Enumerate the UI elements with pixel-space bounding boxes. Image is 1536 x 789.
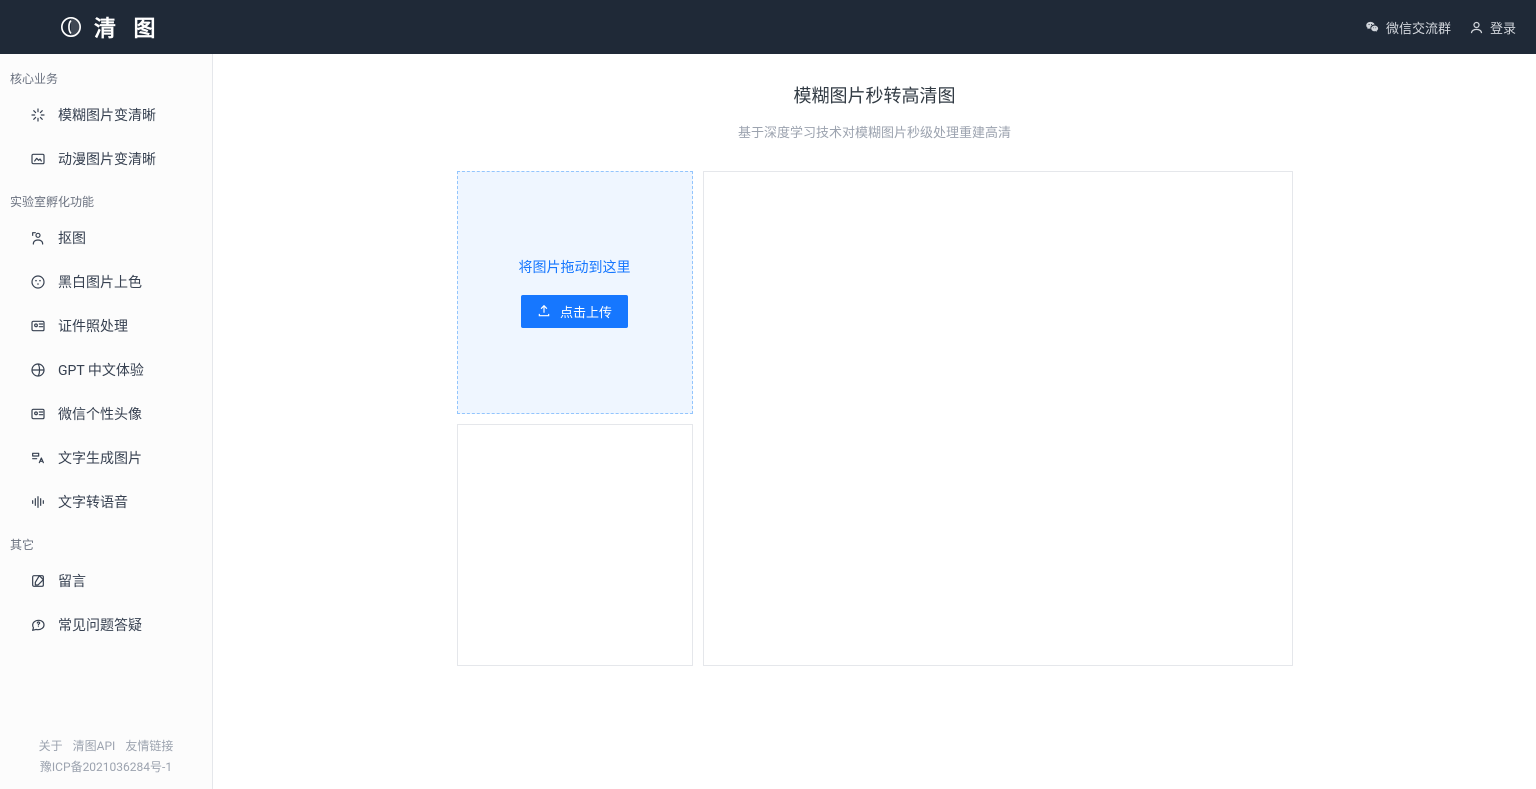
upload-icon (537, 304, 552, 319)
faq-icon (30, 617, 46, 633)
icp-link[interactable]: 豫ICP备2021036284号-1 (10, 757, 202, 777)
sidebar-item[interactable]: 常见问题答疑 (0, 603, 212, 647)
tts-icon (30, 494, 46, 510)
wechat-group-label: 微信交流群 (1386, 18, 1451, 37)
left-column: 将图片拖动到这里 点击上传 (457, 171, 693, 666)
app-shell: 核心业务模糊图片变清晰动漫图片变清晰实验室孵化功能抠图黑白图片上色证件照处理 GP… (0, 54, 1536, 789)
brand[interactable]: 清 图 (60, 11, 161, 43)
sidebar-item[interactable]: 动漫图片变清晰 (0, 137, 212, 181)
cutout-icon (30, 230, 46, 246)
dropzone-text: 将图片拖动到这里 (519, 257, 631, 277)
sidebar-item-label: 常见问题答疑 (58, 615, 142, 635)
upload-button[interactable]: 点击上传 (521, 295, 628, 328)
sidebar-nav-scroll[interactable]: 核心业务模糊图片变清晰动漫图片变清晰实验室孵化功能抠图黑白图片上色证件照处理 GP… (0, 54, 212, 722)
sidebar-group-label: 其它 (0, 524, 212, 559)
sidebar-item-label: 微信个性头像 (58, 404, 142, 424)
result-panel (703, 171, 1293, 666)
sidebar-item[interactable]: 黑白图片上色 (0, 260, 212, 304)
upload-button-label: 点击上传 (560, 302, 612, 321)
sidebar-group-label: 实验室孵化功能 (0, 181, 212, 216)
upload-dropzone[interactable]: 将图片拖动到这里 点击上传 (457, 171, 693, 414)
wechat-icon (1365, 20, 1380, 35)
page-subtitle: 基于深度学习技术对模糊图片秒级处理重建高清 (213, 122, 1536, 141)
sidebar-item-label: 留言 (58, 571, 86, 591)
sidebar-item[interactable]: 微信个性头像 (0, 392, 212, 436)
brand-name: 清 图 (94, 11, 161, 43)
page-title: 模糊图片秒转高清图 (213, 82, 1536, 108)
sidebar-item[interactable]: 模糊图片变清晰 (0, 93, 212, 137)
work-area: 将图片拖动到这里 点击上传 (213, 151, 1536, 696)
page-head: 模糊图片秒转高清图 基于深度学习技术对模糊图片秒级处理重建高清 (213, 54, 1536, 151)
header-actions: 微信交流群 登录 (1365, 18, 1516, 37)
anime-icon (30, 151, 46, 167)
login-label: 登录 (1490, 18, 1516, 37)
footer-link[interactable]: 友情链接 (125, 736, 173, 756)
sidebar-item[interactable]: 抠图 (0, 216, 212, 260)
sidebar-item[interactable]: 留言 (0, 559, 212, 603)
sidebar-item-label: 黑白图片上色 (58, 272, 142, 292)
text2img-icon (30, 450, 46, 466)
idphoto-icon (30, 318, 46, 334)
sidebar-item-label: GPT 中文体验 (58, 360, 144, 380)
sidebar-item-label: 文字转语音 (58, 492, 128, 512)
wechat-group-link[interactable]: 微信交流群 (1365, 18, 1451, 37)
sidebar-item[interactable]: 文字生成图片 (0, 436, 212, 480)
feedback-icon (30, 573, 46, 589)
sidebar-item[interactable]: 证件照处理 (0, 304, 212, 348)
sidebar-item-label: 证件照处理 (58, 316, 128, 336)
app-header: 清 图 微信交流群 登录 (0, 0, 1536, 54)
main-content: 模糊图片秒转高清图 基于深度学习技术对模糊图片秒级处理重建高清 将图片拖动到这里… (213, 54, 1536, 789)
footer-link[interactable]: 关于 (39, 736, 63, 756)
footer-link[interactable]: 清图API (73, 736, 116, 756)
enhance-icon (30, 107, 46, 123)
sidebar-item-label: 抠图 (58, 228, 86, 248)
sidebar-group-label: 核心业务 (0, 58, 212, 93)
sidebar-item[interactable]: 文字转语音 (0, 480, 212, 524)
sample-preview-box (457, 424, 693, 666)
gpt-icon (30, 362, 46, 378)
sidebar-footer: 关于清图API 友情链接 豫ICP备2021036284号-1 (0, 722, 212, 789)
sidebar-item-label: 文字生成图片 (58, 448, 142, 468)
sidebar: 核心业务模糊图片变清晰动漫图片变清晰实验室孵化功能抠图黑白图片上色证件照处理 GP… (0, 54, 213, 789)
login-link[interactable]: 登录 (1469, 18, 1516, 37)
brand-logo-icon (60, 16, 82, 38)
sidebar-item[interactable]: GPT 中文体验 (0, 348, 212, 392)
avatar-icon (30, 406, 46, 422)
sidebar-item-label: 动漫图片变清晰 (58, 149, 156, 169)
colorize-icon (30, 274, 46, 290)
sidebar-item-label: 模糊图片变清晰 (58, 105, 156, 125)
user-icon (1469, 20, 1484, 35)
